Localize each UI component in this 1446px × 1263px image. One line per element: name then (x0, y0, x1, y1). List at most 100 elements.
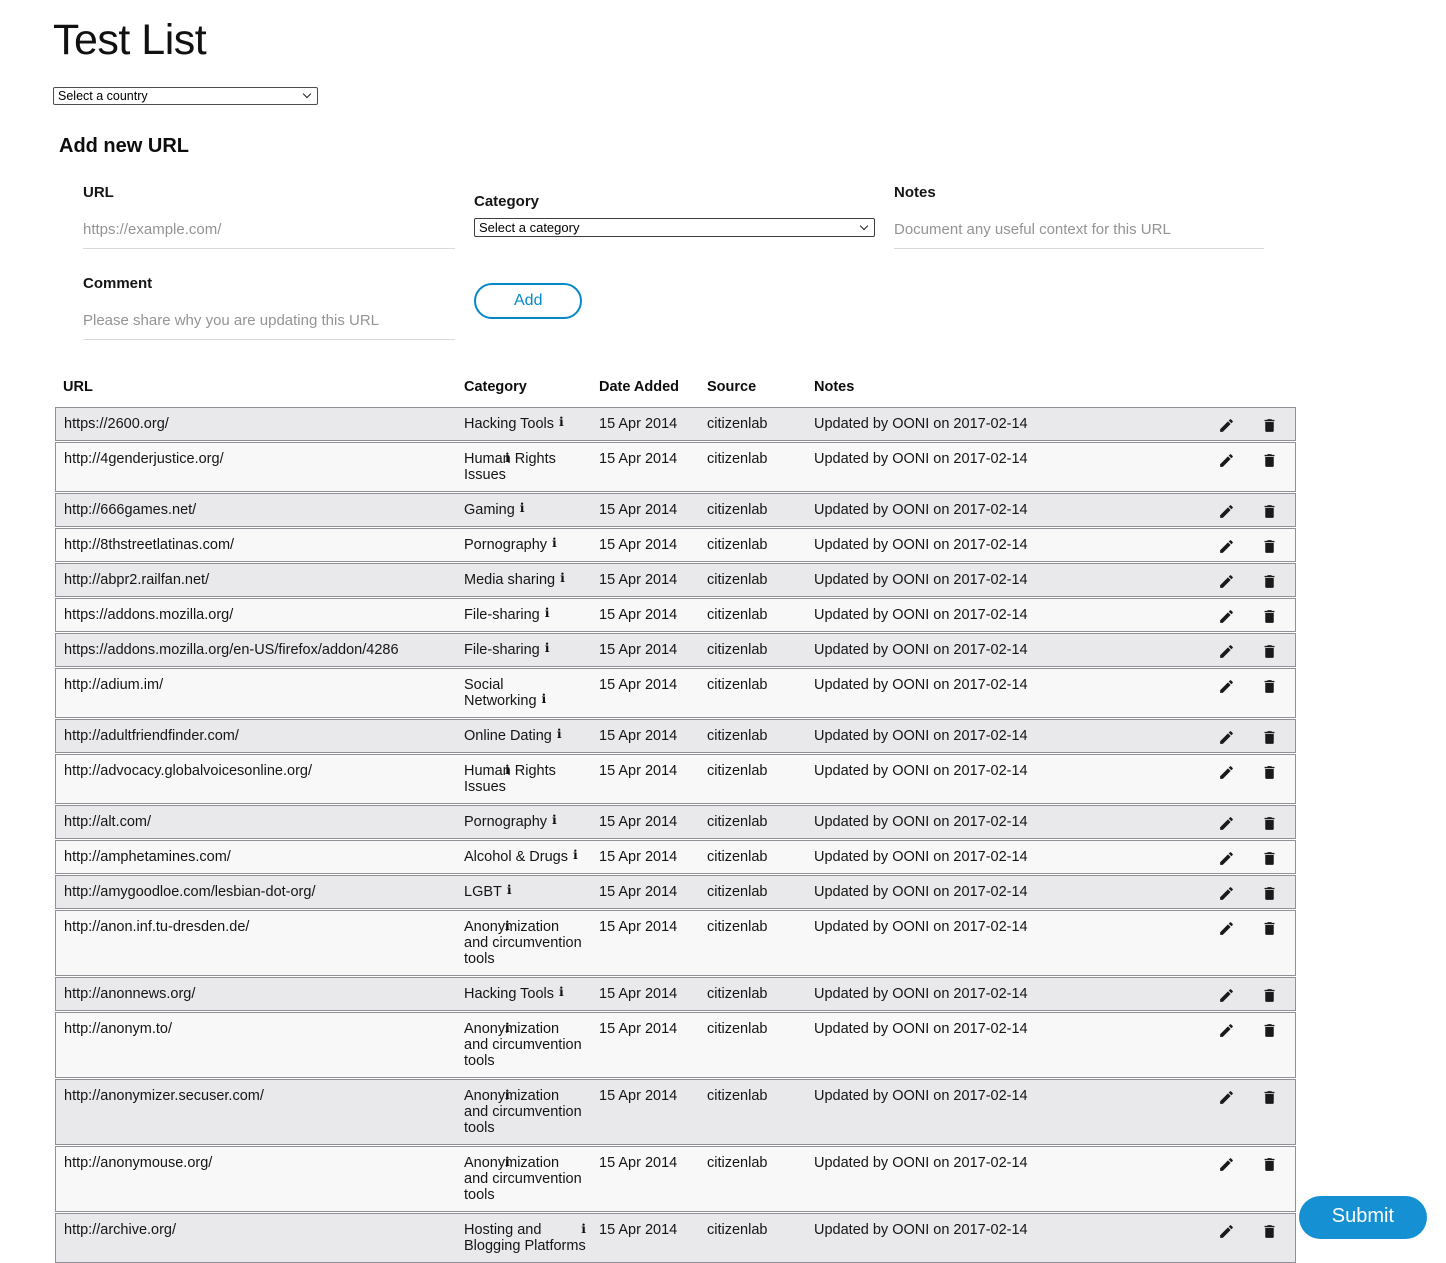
category-cell: Online Datingi (456, 720, 591, 752)
actions-cell (1200, 494, 1295, 526)
edit-pencil-icon[interactable] (1218, 1089, 1235, 1106)
delete-trash-icon[interactable] (1261, 1223, 1278, 1240)
edit-pencil-icon[interactable] (1218, 885, 1235, 902)
table-row: http://anonymizer.secuser.com/Anonymizat… (55, 1079, 1296, 1145)
delete-trash-icon[interactable] (1261, 503, 1278, 520)
date-added-cell: 15 Apr 2014 (591, 599, 699, 631)
url-input[interactable] (83, 217, 455, 249)
edit-pencil-icon[interactable] (1218, 987, 1235, 1004)
info-icon[interactable]: i (557, 726, 562, 741)
table-row: http://666games.net/Gamingi15 Apr 2014ci… (55, 493, 1296, 527)
source-cell: citizenlab (699, 876, 806, 908)
info-icon[interactable]: i (505, 450, 510, 466)
comment-field-group: Comment (83, 275, 455, 340)
info-icon[interactable]: i (559, 414, 564, 429)
edit-pencil-icon[interactable] (1218, 452, 1235, 469)
delete-trash-icon[interactable] (1261, 815, 1278, 832)
source-cell: citizenlab (699, 806, 806, 838)
column-header-category: Category (456, 379, 591, 395)
delete-trash-icon[interactable] (1261, 1022, 1278, 1039)
info-icon[interactable]: i (507, 882, 512, 897)
table-row: http://adium.im/Social Networkingi15 Apr… (55, 668, 1296, 718)
actions-cell (1200, 1080, 1295, 1144)
table-row: http://anonnews.org/Hacking Toolsi15 Apr… (55, 977, 1296, 1011)
add-button[interactable]: Add (474, 283, 582, 319)
notes-cell: Updated by OONI on 2017-02-14 (806, 529, 1200, 561)
edit-pencil-icon[interactable] (1218, 1156, 1235, 1173)
delete-trash-icon[interactable] (1261, 850, 1278, 867)
delete-trash-icon[interactable] (1261, 987, 1278, 1004)
delete-trash-icon[interactable] (1261, 764, 1278, 781)
notes-cell: Updated by OONI on 2017-02-14 (806, 1147, 1200, 1211)
info-icon[interactable]: i (505, 1154, 510, 1170)
edit-pencil-icon[interactable] (1218, 608, 1235, 625)
edit-pencil-icon[interactable] (1218, 815, 1235, 832)
delete-trash-icon[interactable] (1261, 1089, 1278, 1106)
delete-trash-icon[interactable] (1261, 452, 1278, 469)
url-table: URL Category Date Added Source Notes htt… (55, 379, 1296, 1263)
delete-trash-icon[interactable] (1261, 1156, 1278, 1173)
info-icon[interactable]: i (505, 1020, 510, 1036)
delete-trash-icon[interactable] (1261, 920, 1278, 937)
delete-trash-icon[interactable] (1261, 573, 1278, 590)
url-table-body: https://2600.org/Hacking Toolsi15 Apr 20… (55, 407, 1296, 1263)
notes-input[interactable] (894, 217, 1264, 249)
edit-pencil-icon[interactable] (1218, 573, 1235, 590)
category-text: Social Networking (464, 677, 537, 709)
date-added-cell: 15 Apr 2014 (591, 876, 699, 908)
category-select[interactable]: Select a category (474, 218, 875, 237)
edit-pencil-icon[interactable] (1218, 678, 1235, 695)
table-row: http://abpr2.railfan.net/Media sharingi1… (55, 563, 1296, 597)
actions-cell (1200, 443, 1295, 491)
edit-pencil-icon[interactable] (1218, 1022, 1235, 1039)
delete-trash-icon[interactable] (1261, 608, 1278, 625)
table-row: http://4genderjustice.org/Human Rights I… (55, 442, 1296, 492)
info-icon[interactable]: i (552, 535, 557, 550)
url-cell: http://4genderjustice.org/ (56, 443, 456, 491)
category-text: Hacking Tools (464, 986, 554, 1002)
info-icon[interactable]: i (505, 1087, 510, 1103)
country-select[interactable]: Select a country (53, 87, 318, 105)
info-icon[interactable]: i (573, 847, 578, 862)
comment-input[interactable] (83, 308, 455, 340)
delete-trash-icon[interactable] (1261, 538, 1278, 555)
url-cell: http://adium.im/ (56, 669, 456, 717)
category-text: Anonymization and circumvention tools (464, 919, 582, 967)
delete-trash-icon[interactable] (1261, 678, 1278, 695)
source-cell: citizenlab (699, 841, 806, 873)
delete-trash-icon[interactable] (1261, 643, 1278, 660)
edit-pencil-icon[interactable] (1218, 920, 1235, 937)
info-icon[interactable]: i (581, 1221, 586, 1237)
url-label: URL (83, 184, 455, 201)
submit-button[interactable]: Submit (1299, 1196, 1427, 1239)
url-cell: https://addons.mozilla.org/ (56, 599, 456, 631)
info-icon[interactable]: i (545, 605, 550, 620)
category-cell: Hacking Toolsi (456, 408, 591, 440)
edit-pencil-icon[interactable] (1218, 503, 1235, 520)
edit-pencil-icon[interactable] (1218, 538, 1235, 555)
table-row: http://alt.com/Pornographyi15 Apr 2014ci… (55, 805, 1296, 839)
delete-trash-icon[interactable] (1261, 885, 1278, 902)
category-cell: Pornographyi (456, 529, 591, 561)
url-cell: http://anonnews.org/ (56, 978, 456, 1010)
category-cell: Social Networking i (456, 669, 591, 717)
edit-pencil-icon[interactable] (1218, 850, 1235, 867)
notes-cell: Updated by OONI on 2017-02-14 (806, 564, 1200, 596)
info-icon[interactable]: i (520, 500, 525, 515)
category-cell: File-sharingi (456, 599, 591, 631)
info-icon[interactable]: i (559, 984, 564, 999)
info-icon[interactable]: i (545, 640, 550, 655)
info-icon[interactable]: i (505, 918, 510, 934)
date-added-cell: 15 Apr 2014 (591, 494, 699, 526)
edit-pencil-icon[interactable] (1218, 729, 1235, 746)
delete-trash-icon[interactable] (1261, 417, 1278, 434)
edit-pencil-icon[interactable] (1218, 643, 1235, 660)
info-icon[interactable]: i (560, 570, 565, 585)
info-icon[interactable]: i (505, 762, 510, 778)
info-icon[interactable]: i (542, 691, 547, 706)
delete-trash-icon[interactable] (1261, 729, 1278, 746)
info-icon[interactable]: i (552, 812, 557, 827)
edit-pencil-icon[interactable] (1218, 764, 1235, 781)
edit-pencil-icon[interactable] (1218, 1223, 1235, 1240)
edit-pencil-icon[interactable] (1218, 417, 1235, 434)
